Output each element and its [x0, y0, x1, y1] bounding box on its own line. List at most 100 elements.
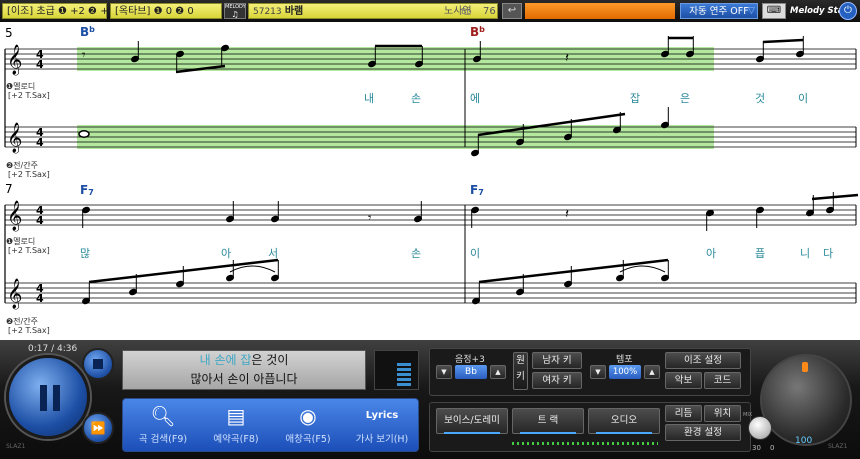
transpose-settings-button[interactable]: 이조 설정	[665, 352, 741, 369]
chord-button[interactable]: 코드	[704, 372, 741, 389]
notes: 𝄾 𝄽 𝄾 𝄽	[78, 36, 859, 305]
tempo-up-button[interactable]: ▲	[644, 365, 660, 379]
function-bar: 🔍︎ 곡 검색(F9) ▤ 예약곡(F8) ◉ 애창곡(F5) Lyrics 가사 보기…	[122, 398, 419, 452]
sheet-button[interactable]: 악보	[665, 372, 702, 389]
stop-icon	[93, 359, 103, 369]
next-button[interactable]: ⏩	[82, 412, 114, 444]
position-label: 위치	[713, 408, 732, 419]
lyric-syllable: 손	[411, 247, 421, 260]
treble-clef-icon: 𝄞	[7, 278, 22, 310]
staff-label: ❶멜로디	[6, 236, 35, 246]
lyric-syllable: 이	[470, 247, 480, 260]
lyric-syllable: 이	[798, 92, 808, 105]
original-key-toggle[interactable]: 원키	[513, 352, 528, 390]
chord-accidental: 7	[478, 188, 484, 197]
staff-lines: 𝄞 44𝄞 44𝄞 44𝄞 44	[4, 44, 857, 310]
song-title: 바램	[284, 6, 304, 17]
volume-value: 100	[795, 436, 813, 446]
song-search-button[interactable]: 🔍︎ 곡 검색(F9)	[123, 399, 203, 453]
pause-button[interactable]	[6, 355, 90, 439]
voice-doremi-label: 보이스/도레미	[444, 415, 500, 426]
chevron-down-icon[interactable]: ▽	[745, 3, 758, 19]
time-signature: 4	[36, 292, 44, 305]
back-button[interactable]: ↩	[502, 3, 522, 19]
lyric-syllable: 것	[755, 92, 765, 105]
progress-strip	[525, 3, 675, 19]
triangle-down-icon: ▼	[441, 368, 447, 376]
audio-button[interactable]: 오디오	[588, 408, 660, 434]
brand-small: SLAZ1	[6, 443, 26, 450]
track-button[interactable]: 트 랙	[512, 408, 584, 434]
rhythm-label: 리듬	[674, 408, 693, 419]
staff-label: ❷전/간주	[6, 160, 38, 170]
chord-accidental: b	[89, 25, 95, 34]
time-signature: 4	[36, 214, 44, 227]
favorites-label: 애창곡(F5)	[285, 434, 331, 445]
song-search-label: 곡 검색(F9)	[138, 434, 188, 445]
pitch-down-button[interactable]: ▼	[436, 365, 452, 379]
lyric-syllable: 아	[706, 247, 716, 260]
rest-icon: 𝄽	[565, 207, 569, 222]
tempo-value: 100%	[609, 365, 641, 379]
lyric-display: 내 손에 잡은 것이 많아서 손이 아픕니다	[122, 350, 366, 390]
keyboard-icon[interactable]: ⌨	[762, 3, 786, 19]
song-number: 57213	[253, 7, 282, 17]
melody-badge: MELODY ♫	[224, 3, 246, 19]
score-canvas: 𝄞 44𝄞 44𝄞 44𝄞 44 𝄾 𝄽𝄾 𝄽 5 7 Bb Bb F7 F7 ❶멜로디 […	[4, 25, 859, 335]
chord-symbol: Bb	[80, 25, 95, 39]
position-button[interactable]: 위치	[704, 405, 741, 422]
sheet-label: 악보	[674, 375, 693, 386]
transpose-mode: [이조] 초급	[7, 6, 55, 17]
lyric-line-current: 내 손에 잡은 것이	[123, 351, 365, 370]
favorites-button[interactable]: ◉ 애창곡(F5)	[271, 399, 345, 453]
knob-indicator	[802, 362, 808, 372]
reserved-songs-button[interactable]: ▤ 예약곡(F8)	[201, 399, 271, 453]
lyric-unsung-part: 은 것이	[251, 353, 289, 367]
level-meter-bar	[397, 363, 411, 387]
note-beam	[762, 38, 804, 44]
rest-icon: 𝄽	[565, 51, 569, 66]
lyric-syllable: 니	[800, 247, 810, 260]
tempo-down-button[interactable]: ▼	[590, 365, 606, 379]
chord-accidental: b	[479, 25, 485, 34]
rhythm-button[interactable]: 리듬	[665, 405, 702, 422]
staff-label: ❷전/간주	[6, 316, 38, 326]
lyric-syllable: 내	[364, 92, 374, 105]
chord-accidental: 7	[88, 188, 94, 197]
pitch-up-button[interactable]: ▲	[490, 365, 506, 379]
power-icon[interactable]: ⏻	[839, 2, 857, 20]
staff-instrument: [+2 T.Sax]	[8, 326, 50, 335]
voice-doremi-button[interactable]: 보이스/도레미	[436, 408, 508, 434]
return-icon: ↩	[507, 5, 517, 16]
octave-values: ❶ 0 ❷ 0	[153, 6, 194, 17]
control-panel: 0:17 / 4:36 ⏩ SLAZ1 내 손에 잡은 것이 많아서 손이 아픕…	[0, 340, 860, 459]
female-key-button[interactable]: 여자 키	[532, 372, 582, 389]
brand-small-right: SLAZ1	[828, 443, 848, 450]
stop-button[interactable]	[82, 348, 114, 380]
chord-label: 코드	[713, 375, 732, 386]
male-key-button[interactable]: 남자 키	[532, 352, 582, 369]
lyrics-row: 많 아 서 손 이 아 픕 니 다	[80, 247, 833, 260]
lyric-line-next: 많아서 손이 아픕니다	[190, 372, 298, 386]
lyric-syllable: 서	[268, 247, 278, 260]
song-info-bar: 57213 바램 노사연 Bb 76	[248, 3, 498, 19]
view-lyrics-button[interactable]: Lyrics 가사 보기(H)	[345, 399, 419, 453]
lyrics-row: 내 손 에 잡 은 것 이	[364, 92, 808, 105]
transpose-values: ❶ +2 ❷ +2	[57, 6, 115, 17]
transpose-indicator: [이조] 초급 ❶ +2 ❷ +2	[2, 3, 115, 19]
chord-root: B	[470, 25, 479, 39]
lyrics-title: Lyrics	[365, 410, 399, 421]
auto-play-label: 자동 연주 OFF	[689, 6, 749, 17]
mix-knob[interactable]	[748, 416, 772, 440]
staff-instrument: [+2 T.Sax]	[8, 91, 50, 100]
mix-zero-label: 0	[770, 444, 775, 452]
pitch-label: 음정+3	[455, 355, 485, 365]
lyric-syllable: 에	[470, 92, 480, 105]
volume-knob[interactable]	[760, 354, 852, 446]
lyric-syllable: 다	[823, 247, 833, 260]
pause-icon	[40, 385, 47, 411]
environment-settings-button[interactable]: 환경 설정	[665, 424, 741, 441]
pitch-value: Bb	[455, 365, 487, 379]
octave-label: [옥타브]	[115, 6, 151, 17]
triangle-up-icon: ▲	[495, 368, 501, 376]
